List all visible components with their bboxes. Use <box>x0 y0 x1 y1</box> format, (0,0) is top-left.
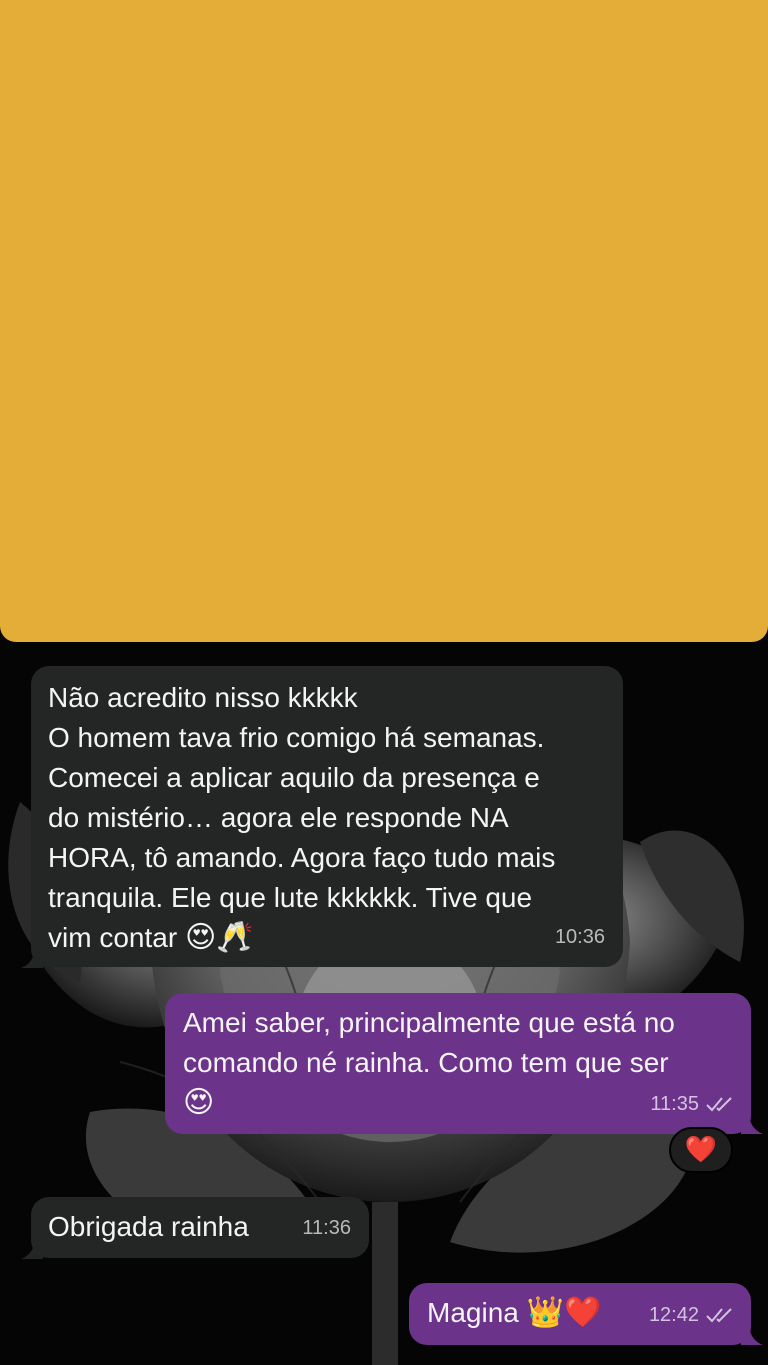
chat-screen: Não acredito nisso kkkkk O homem tava fr… <box>0 0 768 1365</box>
message-time: 12:42 <box>648 1304 699 1326</box>
bubble-tail-icon <box>741 1323 763 1345</box>
read-ticks-icon <box>705 1095 735 1113</box>
bubble-tail-icon <box>741 1112 763 1134</box>
bubble-tail-icon <box>21 1237 43 1259</box>
heart-eyes-champagne-emoji: 😍🥂 <box>184 920 254 955</box>
message-bubble-outgoing[interactable]: Magina 👑❤️ 12:42 <box>409 1283 751 1345</box>
heart-reaction-icon: ❤️ <box>684 1135 718 1165</box>
message-text: Não acredito nisso kkkkk O homem tava fr… <box>48 682 556 955</box>
heart-eyes-emoji: 😍 <box>183 1085 215 1120</box>
message-time: 11:36 <box>302 1217 351 1239</box>
message-bubble-incoming[interactable]: Não acredito nisso kkkkk O homem tava fr… <box>31 666 623 967</box>
read-ticks-icon <box>705 1306 735 1324</box>
reaction-badge[interactable]: ❤️ <box>669 1127 733 1173</box>
media-preview-cover[interactable] <box>0 0 768 642</box>
message-meta: 11:36 <box>302 1208 351 1248</box>
message-time: 10:36 <box>554 926 605 948</box>
message-bubble-incoming[interactable]: Obrigada rainha 11:36 <box>31 1197 369 1258</box>
message-meta: 11:35 <box>650 1084 735 1124</box>
message-meta: 12:42 <box>649 1295 735 1335</box>
message-bubble-outgoing[interactable]: Amei saber, principalmente que está no c… <box>165 993 751 1134</box>
bubble-tail-icon <box>21 946 43 968</box>
crown-heart-emoji: 👑❤️ <box>526 1295 602 1330</box>
message-meta: 10:36 <box>555 917 605 957</box>
message-time: 11:35 <box>650 1093 699 1115</box>
